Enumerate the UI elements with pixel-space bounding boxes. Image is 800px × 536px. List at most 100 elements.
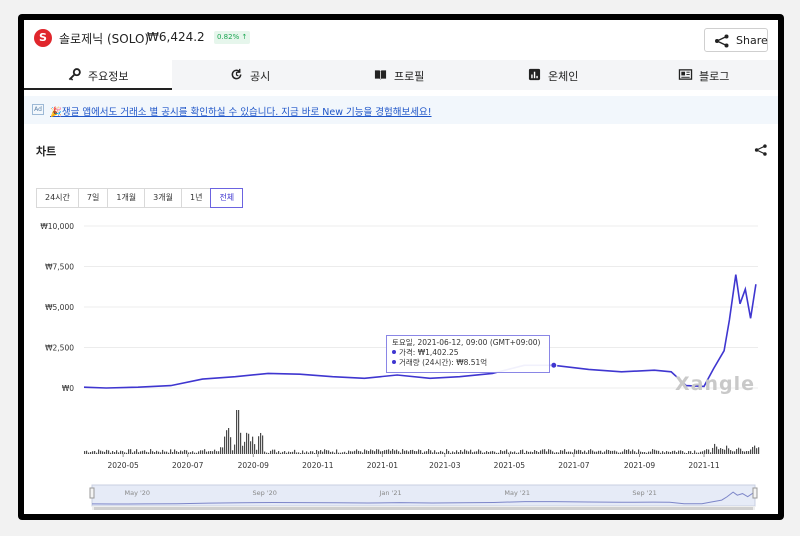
range-button[interactable]: 1년	[180, 188, 212, 208]
volume-bar	[246, 432, 248, 454]
volume-bar	[496, 452, 498, 454]
volume-bar	[506, 449, 508, 454]
tab-profile[interactable]: 프로필	[322, 60, 472, 90]
tab-bar: 주요정보 공시 프로필 온체인 블로그	[24, 60, 778, 90]
volume-bar	[468, 451, 470, 454]
volume-bar	[104, 451, 106, 454]
volume-bar	[610, 450, 612, 454]
range-button[interactable]: 3개월	[144, 188, 182, 208]
volume-bar	[160, 452, 162, 454]
x-tick-label: 2021-05	[494, 461, 526, 470]
volume-bar	[682, 451, 684, 454]
volume-bar	[288, 451, 290, 454]
volume-bar	[274, 449, 276, 454]
volume-bar	[252, 436, 254, 454]
volume-bar	[86, 450, 88, 454]
volume-bar	[240, 432, 242, 454]
volume-bar	[236, 410, 238, 454]
volume-bar	[292, 451, 294, 454]
volume-bar	[618, 452, 620, 454]
range-button[interactable]: 전체	[210, 188, 244, 208]
volume-bar	[394, 450, 396, 454]
tab-blog[interactable]: 블로그	[622, 60, 778, 90]
volume-bar	[382, 451, 384, 454]
volume-bar	[612, 450, 614, 454]
volume-bar	[752, 446, 754, 454]
volume-bar	[428, 449, 430, 454]
volume-bar	[668, 451, 670, 454]
navigator-handle-right	[752, 487, 758, 499]
y-tick-label: ₩0	[62, 384, 74, 393]
chart-share-icon[interactable]	[754, 143, 768, 157]
volume-bar	[270, 450, 272, 454]
tab-onchain[interactable]: 온체인	[472, 60, 622, 90]
volume-bar	[276, 452, 278, 454]
volume-bar	[620, 452, 622, 454]
volume-bar	[552, 451, 554, 454]
volume-bar	[624, 449, 626, 454]
tab-disclosure[interactable]: 공시	[172, 60, 322, 90]
volume-bar	[698, 452, 700, 454]
volume-bar	[432, 452, 434, 454]
volume-bar	[92, 451, 94, 454]
volume-bar	[694, 450, 696, 454]
volume-bar	[180, 450, 182, 454]
volume-bar	[482, 452, 484, 454]
volume-bar	[268, 452, 270, 454]
y-tick-label: ₩5,000	[45, 303, 74, 312]
volume-bar	[696, 452, 698, 454]
x-tick-label: 2021-07	[558, 461, 590, 470]
volume-bar	[516, 452, 518, 454]
volume-bar	[368, 451, 370, 454]
range-button[interactable]: 1개월	[107, 188, 146, 208]
coin-page: S 솔로제닉 (SOLO) ₩6,424.2 0.82% ↑ Share 주요정…	[24, 20, 778, 514]
volume-bar	[560, 450, 562, 454]
navigator-scroll-thumb	[94, 507, 753, 510]
refresh-icon	[231, 68, 242, 80]
volume-bar	[532, 452, 534, 454]
range-button[interactable]: 7일	[77, 188, 109, 208]
volume-bar	[590, 449, 592, 454]
volume-bar	[258, 436, 260, 454]
chart-tooltip: 토요일, 2021-06-12, 09:00 (GMT+09:00) 가격: ₩…	[386, 335, 550, 373]
x-tick-label: 2021-09	[624, 461, 656, 470]
volume-bar	[172, 452, 174, 454]
tooltip-price-row: 가격: ₩1,402.25	[392, 348, 544, 358]
volume-bar	[650, 451, 652, 454]
x-tick-label: 2021-11	[688, 461, 720, 470]
volume-bar	[562, 450, 564, 454]
volume-bar	[546, 451, 548, 454]
volume-bar	[134, 451, 136, 454]
tab-label: 공시	[250, 70, 271, 83]
volume-bar	[570, 451, 572, 454]
share-icon	[715, 34, 729, 48]
volume-bar	[748, 451, 750, 454]
volume-bar	[150, 449, 152, 454]
volume-bar	[386, 449, 388, 454]
volume-bar	[422, 452, 424, 454]
tab-main-info[interactable]: 주요정보	[24, 60, 172, 90]
volume-bar	[350, 451, 352, 454]
tooltip-date: 토요일, 2021-06-12, 09:00 (GMT+09:00)	[392, 338, 541, 347]
volume-bar	[746, 451, 748, 454]
volume-bar	[576, 450, 578, 454]
ad-link[interactable]: 🎉쟁글 앱에서도 거래소 별 공시를 확인하실 수 있습니다. 지금 바로 Ne…	[50, 104, 432, 118]
volume-bar	[598, 450, 600, 454]
volume-bar	[364, 449, 366, 454]
volume-bar	[414, 450, 416, 454]
volume-bar	[98, 449, 100, 454]
share-button[interactable]: Share	[704, 28, 768, 52]
range-button[interactable]: 24시간	[36, 188, 79, 208]
volume-bar	[168, 452, 170, 454]
volume-bar	[654, 449, 656, 454]
volume-bar	[264, 451, 266, 454]
volume-bar	[308, 452, 310, 454]
tooltip-volume-row: 거래량 (24시간): ₩8.51억	[392, 358, 544, 368]
volume-bar	[128, 449, 130, 454]
volume-bar	[330, 451, 332, 454]
volume-bar	[192, 451, 194, 454]
volume-bar	[210, 451, 212, 454]
volume-bar	[460, 450, 462, 454]
volume-bar	[742, 451, 744, 454]
volume-bar	[170, 449, 172, 454]
